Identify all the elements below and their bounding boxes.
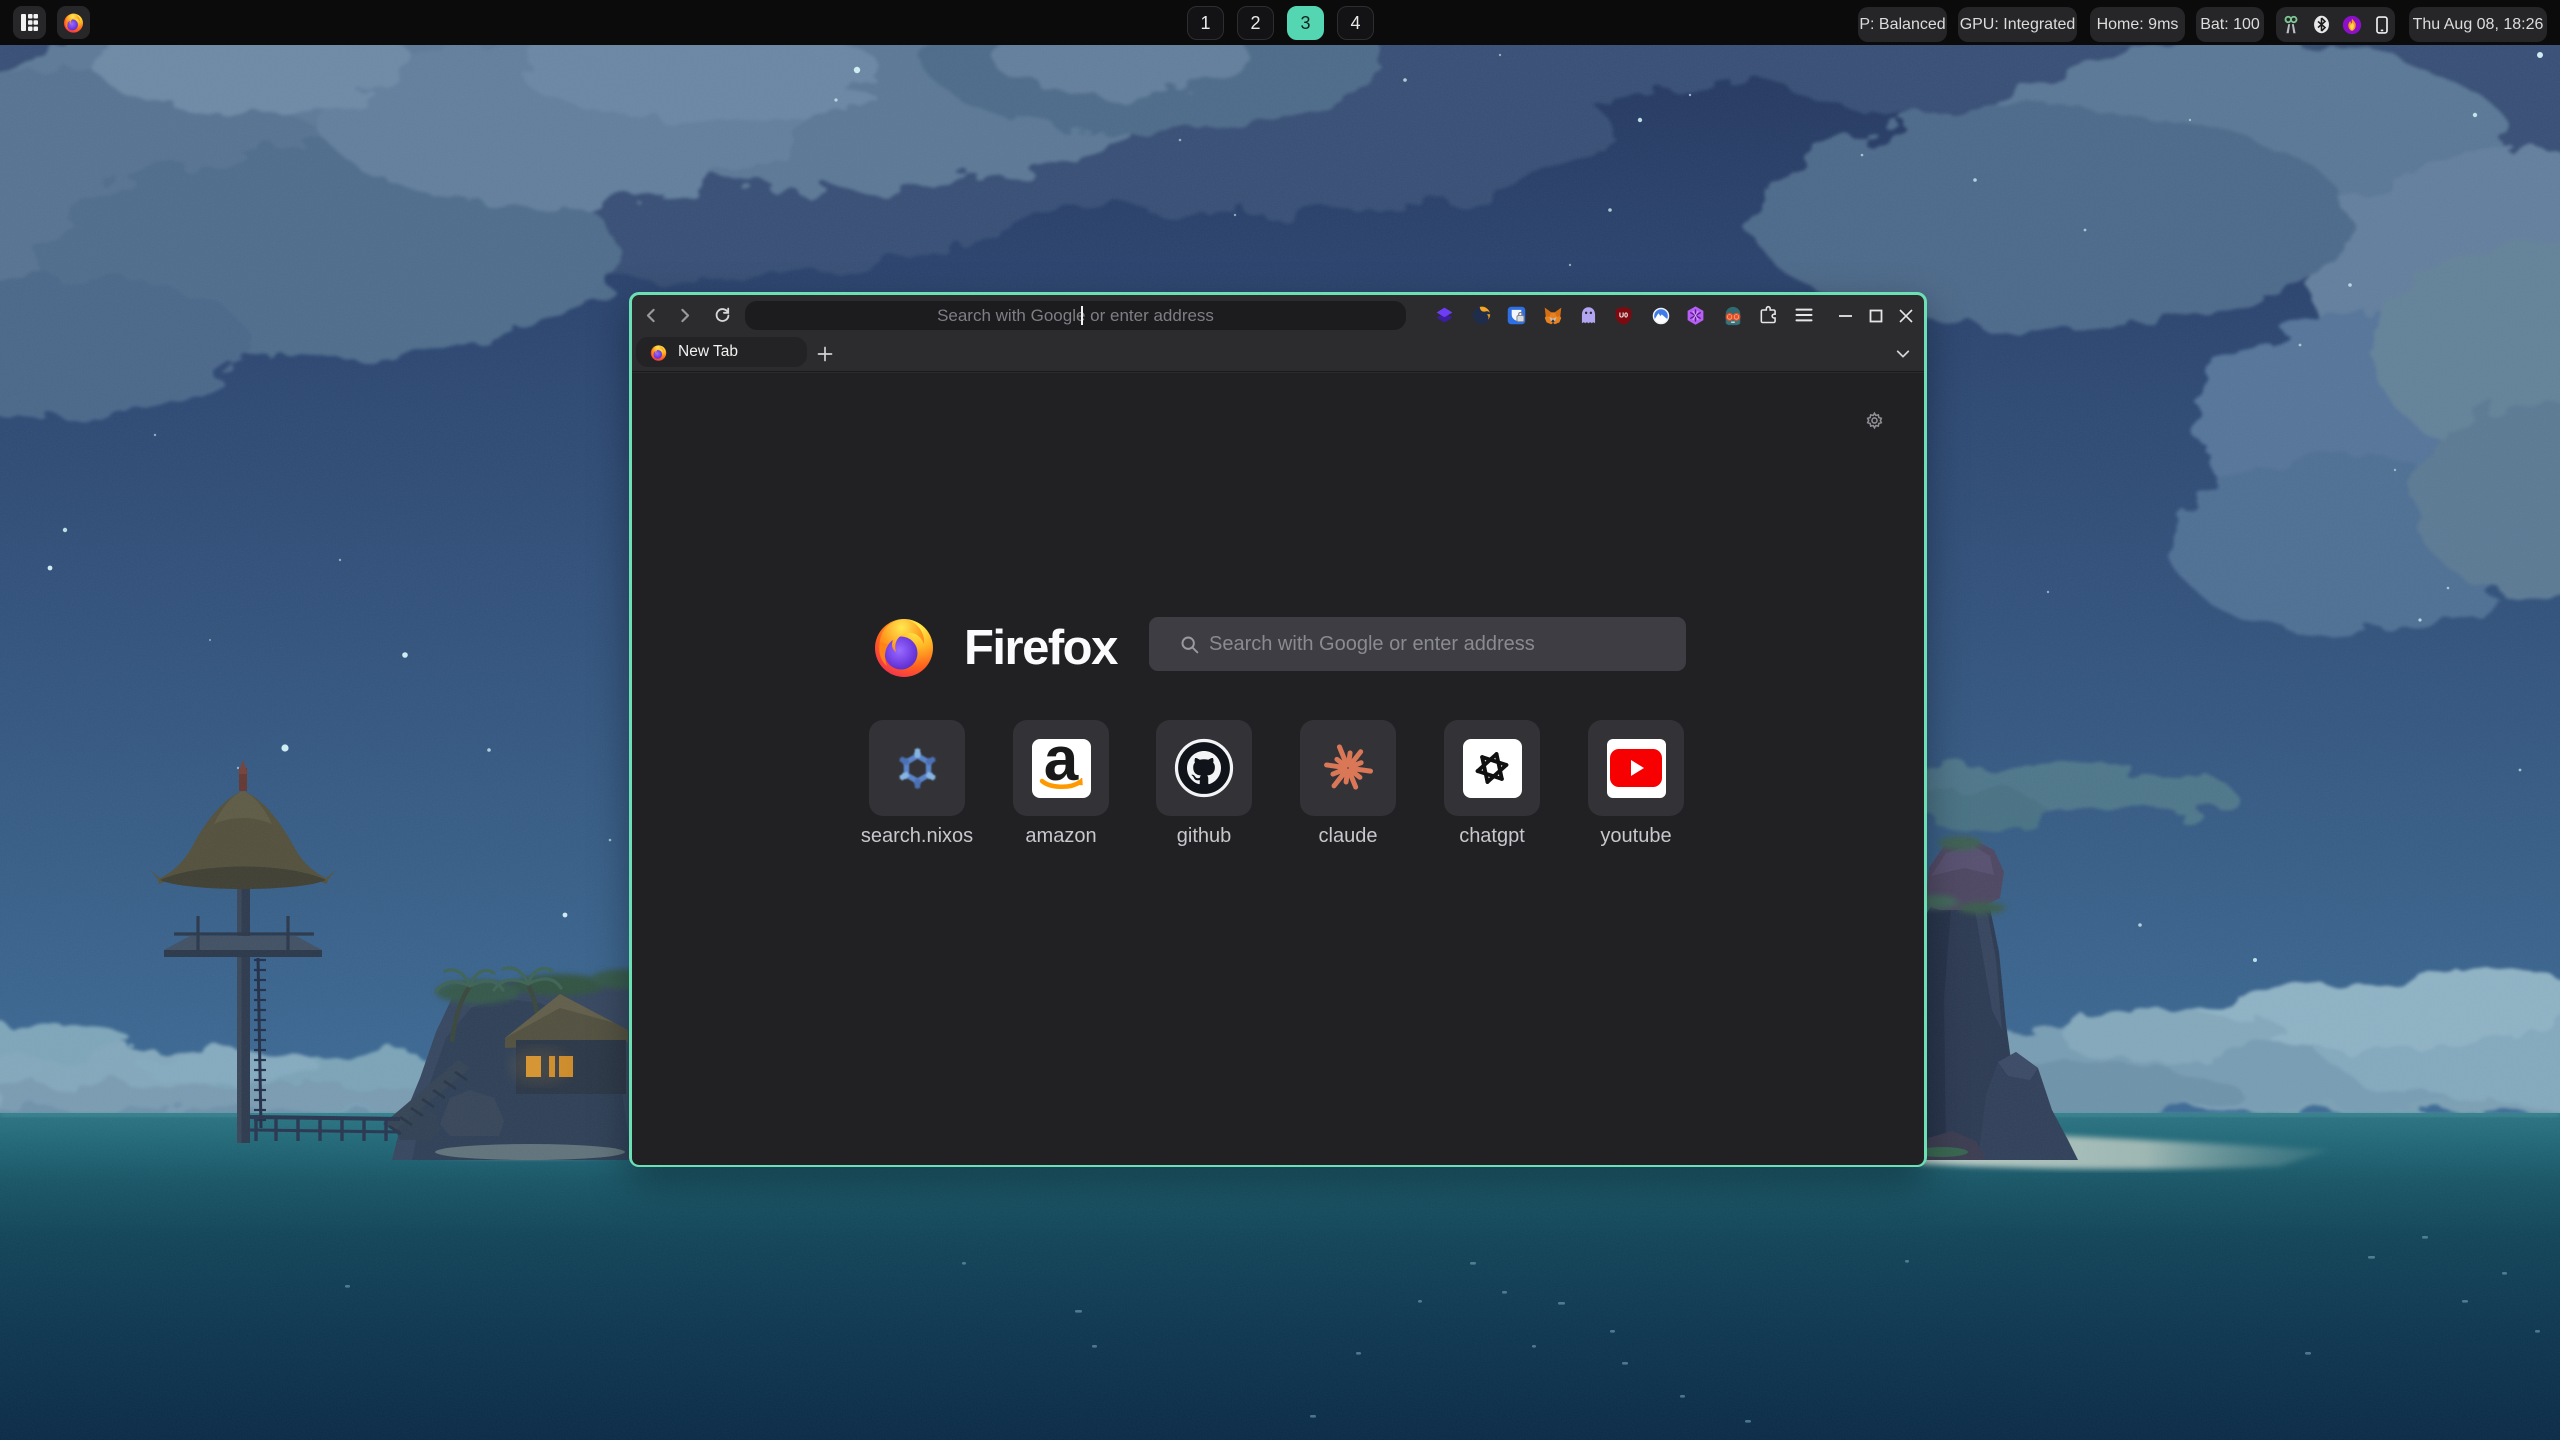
svg-text:U0: U0: [1619, 313, 1628, 320]
